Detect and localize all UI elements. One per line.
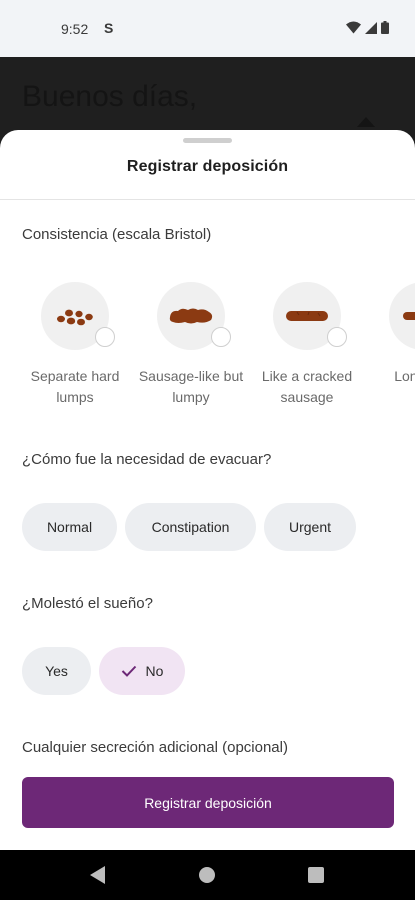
bottom-sheet: Registrar deposición Consistencia (escal… <box>0 130 415 850</box>
status-icons <box>346 21 389 34</box>
bristol-option-label: Long, sm <box>394 368 415 384</box>
sheet-title: Registrar deposición <box>126 158 289 175</box>
urgency-option-urgent[interactable]: Urgent <box>264 503 356 551</box>
sleep-option-no-label: No <box>145 663 164 679</box>
recents-icon[interactable] <box>308 867 324 883</box>
drag-handle[interactable] <box>183 138 232 143</box>
bristol-radio[interactable] <box>211 327 231 347</box>
urgency-label: ¿Cómo fue la necesidad de evacuar? <box>22 451 272 468</box>
sleep-option-no[interactable]: No <box>99 647 185 695</box>
navigation-bar <box>0 850 415 900</box>
sleep-option-yes[interactable]: Yes <box>22 647 91 695</box>
bristol-radio[interactable] <box>95 327 115 347</box>
home-icon[interactable] <box>199 867 215 883</box>
bristol-radio[interactable] <box>327 327 347 347</box>
bristol-scale-list: Separate hard lumps Sausage-like but lum… <box>0 282 415 412</box>
submit-button[interactable]: Registrar deposición <box>22 777 394 828</box>
chevron-up-icon <box>357 117 375 127</box>
consistency-label: Consistencia (escala Bristol) <box>22 226 212 243</box>
urgency-option-normal[interactable]: Normal <box>22 503 117 551</box>
urgency-option-constipation[interactable]: Constipation <box>125 503 256 551</box>
bristol-option-image <box>389 282 415 350</box>
smooth-sausage-icon <box>403 312 415 320</box>
bristol-option-label: Separate hard lumps <box>30 368 120 405</box>
status-time: 9:52 <box>61 21 89 37</box>
secretion-label: Cualquier secreción adicional (opcional) <box>22 739 288 756</box>
wifi-icon <box>346 21 361 34</box>
sleep-label: ¿Molestó el sueño? <box>22 595 153 612</box>
greeting-heading: Buenos días, <box>22 80 198 113</box>
notification-icon: S <box>104 20 114 36</box>
battery-icon <box>381 21 389 34</box>
status-bar: 9:52 S <box>0 0 415 57</box>
bristol-option-label: Sausage-like but lumpy <box>138 368 244 405</box>
check-icon <box>121 665 137 677</box>
back-icon[interactable] <box>90 866 105 884</box>
bristol-option-label: Like a cracked sausage <box>261 368 353 405</box>
signal-icon <box>365 21 377 34</box>
divider <box>0 199 415 200</box>
